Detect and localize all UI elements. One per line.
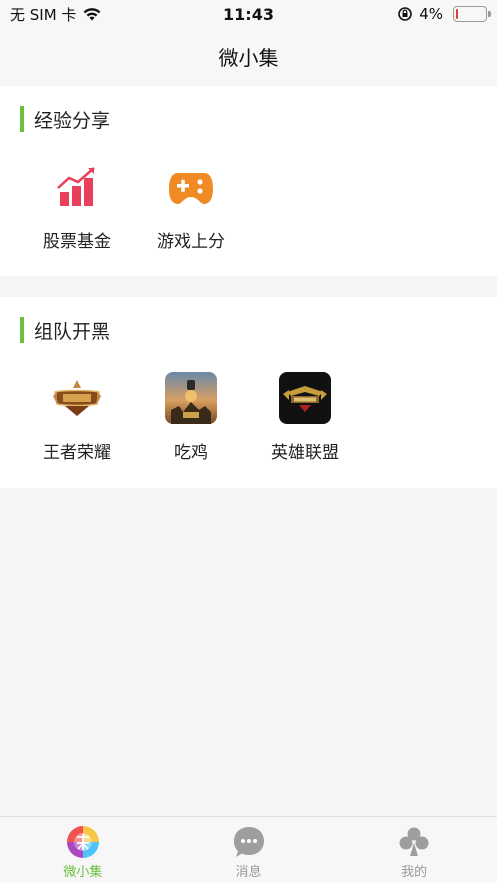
page-title: 微小集 — [218, 45, 279, 70]
stock-chart-icon — [51, 161, 103, 213]
tab-label: 消息 — [235, 865, 262, 880]
pubg-thumbnail — [165, 372, 217, 424]
item-label: 王者荣耀 — [43, 443, 111, 463]
status-bar: 无 SIM 卡 11:43 4% — [0, 0, 497, 28]
section-experience-sharing: 经验分享 股票基金 游戏上分 — [0, 86, 497, 276]
section-accent-bar — [20, 106, 24, 132]
carrier-label: 无 SIM 卡 — [10, 5, 77, 24]
profile-icon — [397, 825, 431, 859]
tab-bar: 微小集 消息 我的 — [0, 816, 497, 883]
nav-bar: 微小集 — [0, 28, 497, 84]
tab-label: 我的 — [401, 865, 428, 880]
tab-label: 微小集 — [63, 865, 103, 880]
section-items: 王者荣耀 吃鸡 英雄联盟 — [0, 372, 497, 482]
tab-messages[interactable]: 消息 — [166, 817, 332, 883]
section-title: 经验分享 — [34, 109, 111, 132]
message-icon — [232, 825, 266, 859]
item-stock-fund[interactable]: 股票基金 — [27, 161, 127, 252]
league-of-legends-logo — [279, 372, 331, 424]
section-title: 组队开黑 — [34, 320, 111, 343]
battery-fill — [456, 9, 458, 19]
item-label: 吃鸡 — [174, 443, 208, 463]
item-label: 股票基金 — [43, 232, 111, 252]
section-team-up: 组队开黑 王者荣耀 吃鸡 英雄联盟 — [0, 297, 497, 488]
item-honor-of-kings[interactable]: 王者荣耀 — [27, 372, 127, 463]
status-right: 4% — [397, 5, 491, 23]
app-logo-icon — [66, 825, 100, 859]
honor-of-kings-logo — [51, 372, 103, 424]
tab-home[interactable]: 微小集 — [0, 817, 166, 883]
battery-percent: 4% — [419, 5, 443, 23]
section-items: 股票基金 游戏上分 — [0, 161, 497, 271]
tab-profile[interactable]: 我的 — [331, 817, 497, 883]
section-header: 经验分享 — [20, 106, 110, 132]
item-label: 游戏上分 — [157, 232, 225, 252]
status-left: 无 SIM 卡 — [10, 4, 102, 25]
wifi-icon — [84, 8, 101, 21]
item-label: 英雄联盟 — [271, 443, 339, 463]
section-accent-bar — [20, 317, 24, 343]
orientation-lock-icon — [398, 7, 413, 21]
item-pubg[interactable]: 吃鸡 — [141, 372, 241, 463]
section-header: 组队开黑 — [20, 317, 110, 343]
item-league-of-legends[interactable]: 英雄联盟 — [255, 372, 355, 463]
gamepad-icon — [165, 161, 217, 213]
item-game-ranking[interactable]: 游戏上分 — [141, 161, 241, 252]
battery-icon — [453, 6, 491, 22]
